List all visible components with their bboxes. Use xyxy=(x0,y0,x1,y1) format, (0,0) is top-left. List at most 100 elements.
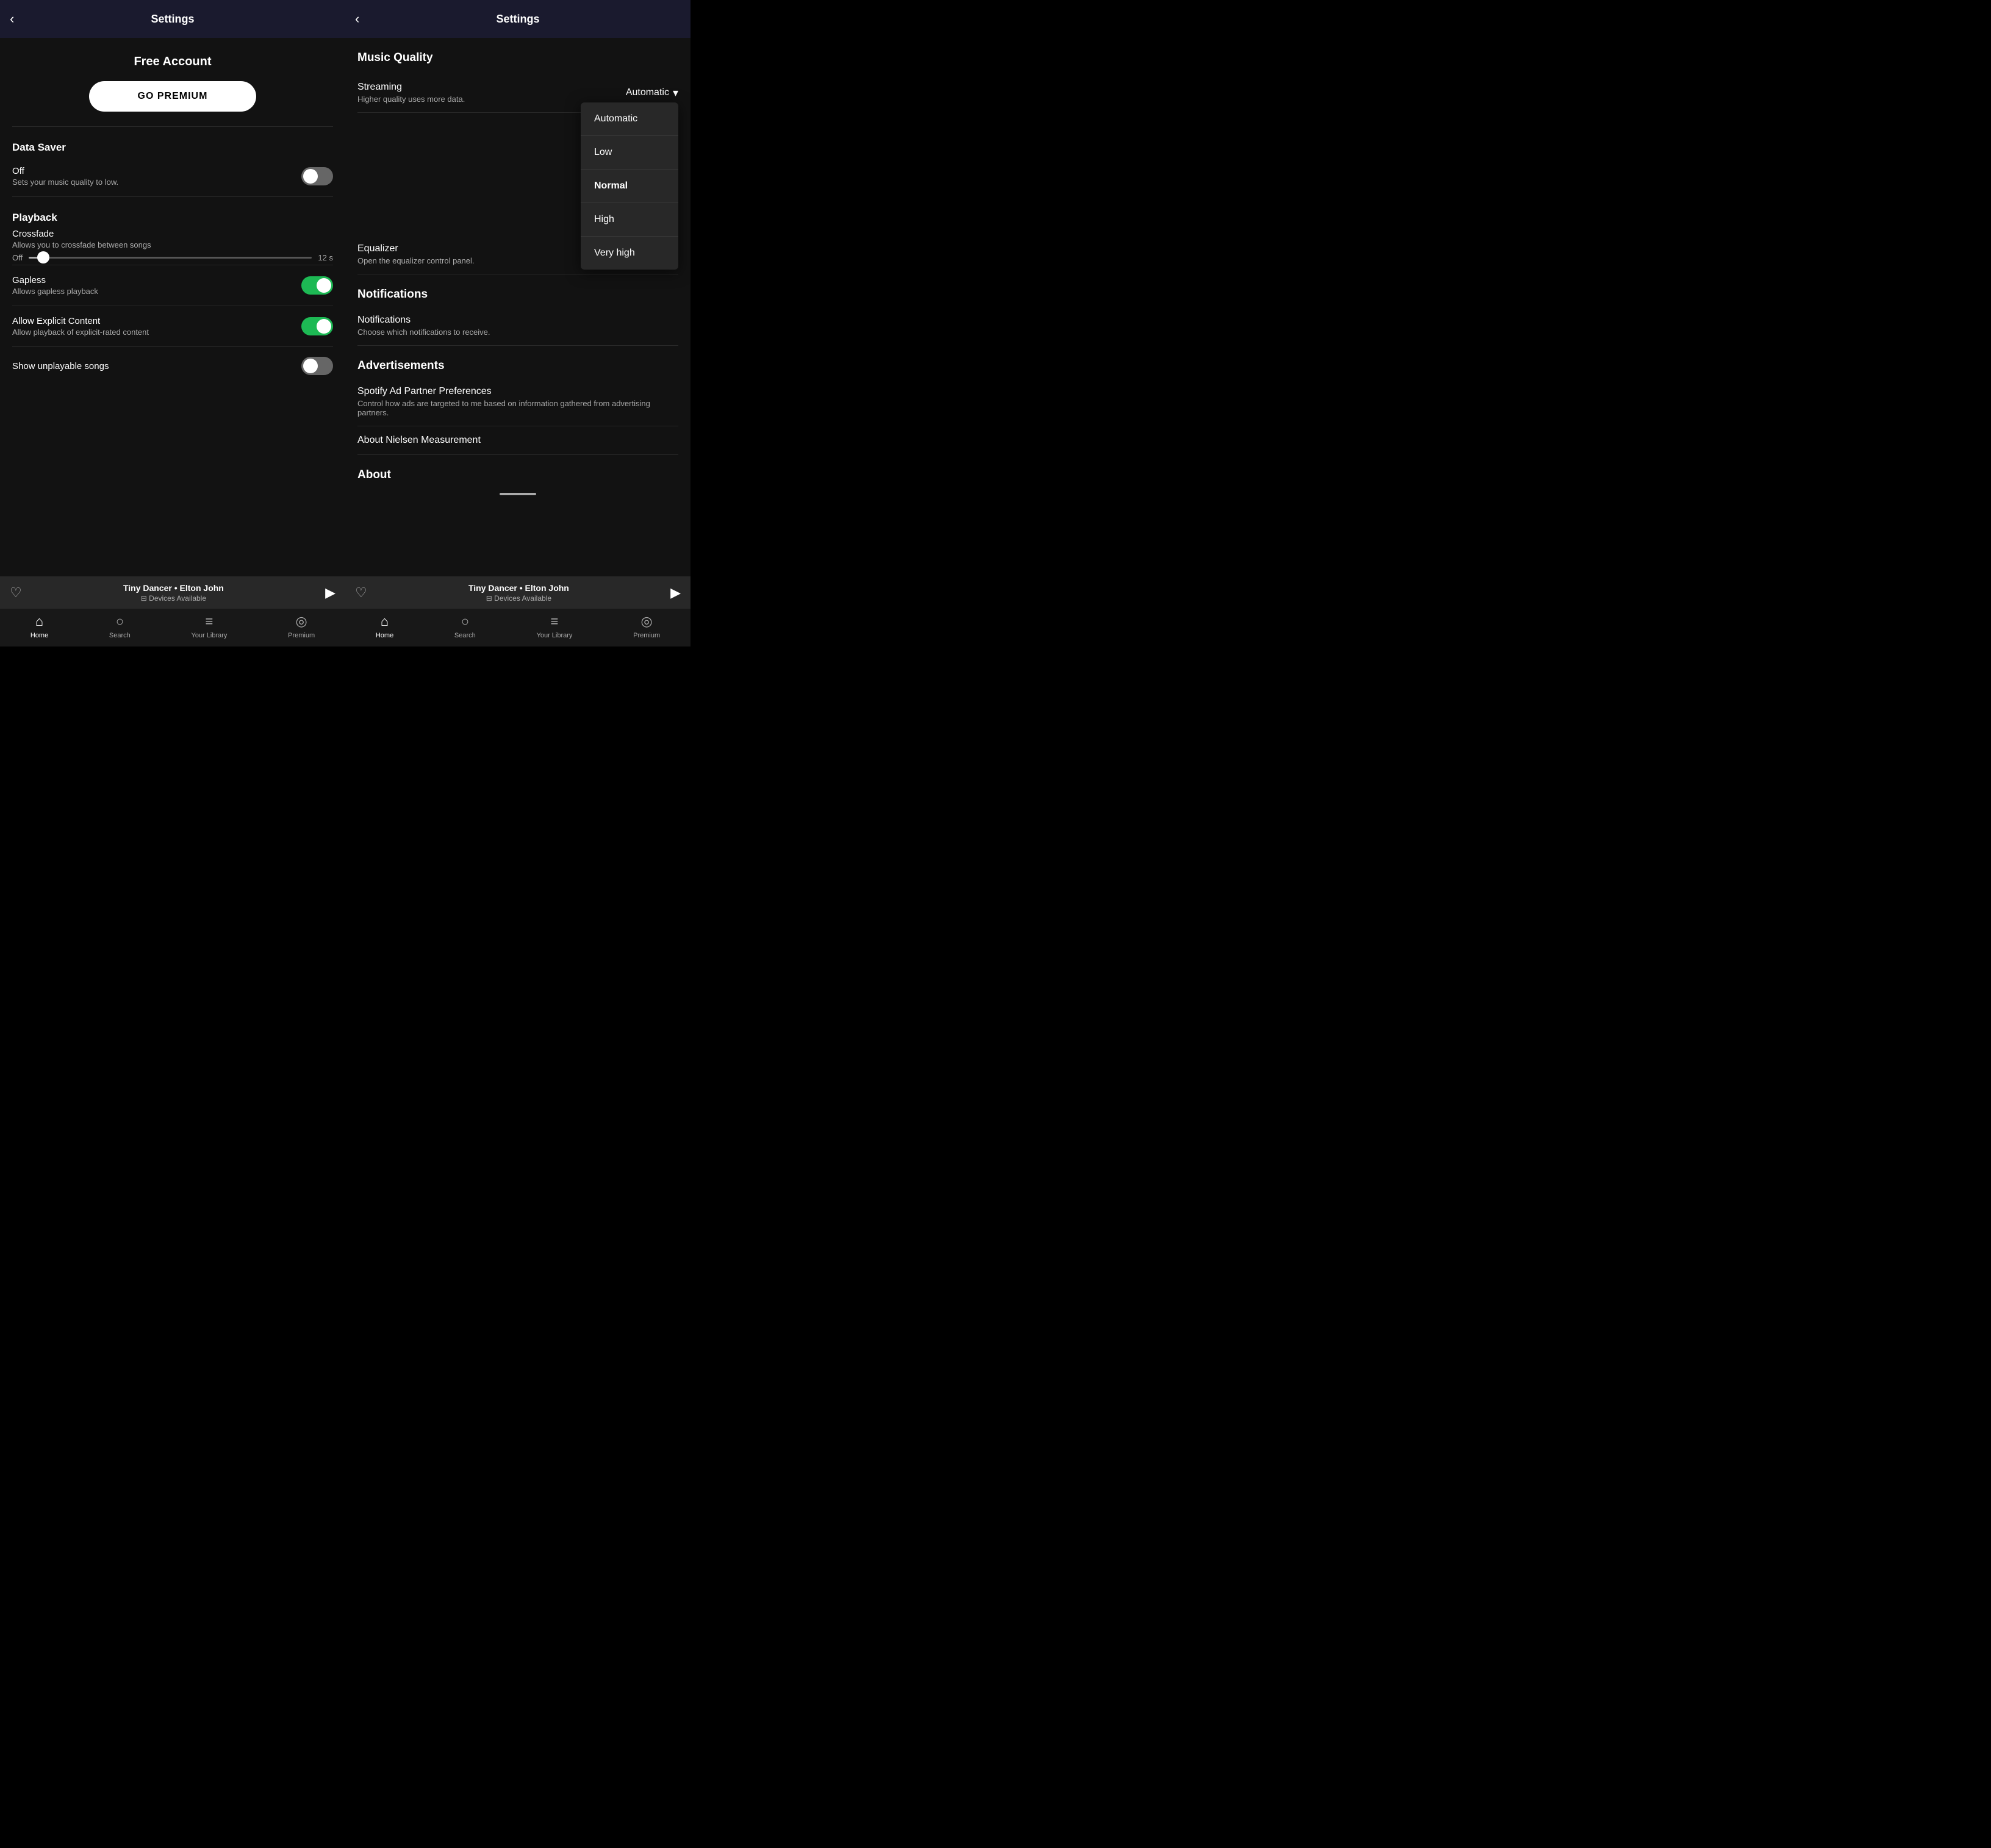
right-mini-player[interactable]: ♡ Tiny Dancer • Elton John ⊟ Devices Ava… xyxy=(345,577,691,609)
left-panel: ‹ Settings Free Account GO PREMIUM Data … xyxy=(0,0,345,646)
playback-section-header: Playback xyxy=(12,199,333,229)
left-content: Free Account GO PREMIUM Data Saver Off S… xyxy=(0,38,345,576)
right-nav-premium[interactable]: ◎ Premium xyxy=(633,614,660,639)
ad-partner-row[interactable]: Spotify Ad Partner Preferences Control h… xyxy=(357,378,678,426)
right-nav-search[interactable]: ○ Search xyxy=(454,614,476,639)
left-search-icon: ○ xyxy=(116,614,124,629)
free-account-title: Free Account xyxy=(134,55,211,69)
right-header: ‹ Settings xyxy=(345,0,691,38)
divider-2 xyxy=(12,196,333,197)
crossfade-slider-wrapper: Off 12 s xyxy=(12,253,333,262)
right-premium-icon: ◎ xyxy=(641,614,653,629)
left-home-label: Home xyxy=(30,632,48,639)
gapless-toggle-knob xyxy=(317,278,331,293)
left-home-icon: ⌂ xyxy=(35,614,43,629)
left-library-icon: ≡ xyxy=(206,614,213,629)
unplayable-label: Show unplayable songs xyxy=(12,361,301,371)
scroll-indicator xyxy=(500,493,536,495)
data-saver-toggle[interactable] xyxy=(301,167,333,185)
ad-partner-desc: Control how ads are targeted to me based… xyxy=(357,399,678,417)
unplayable-toggle[interactable] xyxy=(301,357,333,375)
left-play-icon[interactable]: ▶ xyxy=(325,585,335,601)
explicit-desc: Allow playback of explicit-rated content xyxy=(12,328,301,337)
dropdown-item-low[interactable]: Low xyxy=(581,136,678,170)
dropdown-item-very-high[interactable]: Very high xyxy=(581,237,678,270)
crossfade-slider-thumb xyxy=(37,251,49,263)
left-heart-icon[interactable]: ♡ xyxy=(10,585,22,601)
right-heart-icon[interactable]: ♡ xyxy=(355,585,367,601)
right-library-label: Your Library xyxy=(537,632,573,639)
explicit-toggle-knob xyxy=(317,319,331,334)
left-mini-track: Tiny Dancer • Elton John xyxy=(28,583,319,593)
right-search-label: Search xyxy=(454,632,476,639)
right-nav-library[interactable]: ≡ Your Library xyxy=(537,614,573,639)
divider-1 xyxy=(12,126,333,127)
left-nav-home[interactable]: ⌂ Home xyxy=(30,614,48,639)
left-library-label: Your Library xyxy=(192,632,228,639)
right-nav-bar: ⌂ Home ○ Search ≡ Your Library ◎ Premium xyxy=(345,609,691,646)
data-saver-label: Off xyxy=(12,166,301,176)
streaming-value: Automatic xyxy=(626,87,669,98)
streaming-row: Streaming Higher quality uses more data.… xyxy=(357,73,678,113)
left-device-icon: ⊟ xyxy=(141,594,149,603)
dropdown-item-automatic[interactable]: Automatic xyxy=(581,102,678,136)
quality-dropdown: Automatic Low Normal High Very high xyxy=(581,102,678,270)
explicit-label: Allow Explicit Content xyxy=(12,316,301,326)
left-header-title: Settings xyxy=(151,13,194,26)
about-header: About xyxy=(357,455,678,487)
notifications-header: Notifications xyxy=(357,274,678,306)
unplayable-row: Show unplayable songs xyxy=(12,349,333,382)
left-premium-label: Premium xyxy=(288,632,315,639)
go-premium-button[interactable]: GO PREMIUM xyxy=(89,81,257,112)
crossfade-label: Crossfade xyxy=(12,229,333,239)
left-nav-premium[interactable]: ◎ Premium xyxy=(288,614,315,639)
left-mini-player[interactable]: ♡ Tiny Dancer • Elton John ⊟ Devices Ava… xyxy=(0,577,345,609)
right-home-label: Home xyxy=(376,632,393,639)
explicit-toggle[interactable] xyxy=(301,317,333,335)
left-nav-search[interactable]: ○ Search xyxy=(109,614,131,639)
right-search-icon: ○ xyxy=(461,614,469,629)
data-saver-toggle-knob xyxy=(303,169,318,184)
gapless-label: Gapless xyxy=(12,275,301,285)
dropdown-item-normal[interactable]: Normal xyxy=(581,170,678,203)
nielsen-row[interactable]: About Nielsen Measurement xyxy=(357,426,678,455)
right-premium-label: Premium xyxy=(633,632,660,639)
right-play-icon[interactable]: ▶ xyxy=(670,585,681,601)
crossfade-slider-track[interactable] xyxy=(29,257,312,259)
right-panel: ‹ Settings Music Quality Streaming Highe… xyxy=(345,0,691,646)
data-saver-section-header: Data Saver xyxy=(12,129,333,159)
music-quality-header: Music Quality xyxy=(357,38,678,73)
crossfade-section: Crossfade Allows you to crossfade betwee… xyxy=(12,229,333,262)
right-bottom-bar: ♡ Tiny Dancer • Elton John ⊟ Devices Ava… xyxy=(345,576,691,646)
right-device-icon: ⊟ xyxy=(486,594,494,603)
streaming-label: Streaming xyxy=(357,82,465,93)
streaming-value-btn[interactable]: Automatic ▾ xyxy=(626,87,678,99)
left-nav-library[interactable]: ≡ Your Library xyxy=(192,614,228,639)
free-account-section: Free Account GO PREMIUM xyxy=(12,38,333,124)
unplayable-toggle-knob xyxy=(303,359,318,373)
left-back-button[interactable]: ‹ xyxy=(10,12,14,26)
chevron-down-icon: ▾ xyxy=(673,87,678,99)
left-mini-device: ⊟ Devices Available xyxy=(28,594,319,603)
streaming-row-flex: Streaming Higher quality uses more data.… xyxy=(357,82,678,104)
right-home-icon: ⌂ xyxy=(381,614,389,629)
notifications-desc: Choose which notifications to receive. xyxy=(357,328,678,337)
left-nav-bar: ⌂ Home ○ Search ≡ Your Library ◎ Premium xyxy=(0,609,345,646)
crossfade-desc: Allows you to crossfade between songs xyxy=(12,240,333,249)
gapless-row: Gapless Allows gapless playback xyxy=(12,268,333,303)
right-mini-info: Tiny Dancer • Elton John ⊟ Devices Avail… xyxy=(373,583,664,603)
divider-5 xyxy=(12,346,333,347)
right-header-title: Settings xyxy=(496,13,539,26)
right-back-button[interactable]: ‹ xyxy=(355,12,359,26)
dropdown-item-high[interactable]: High xyxy=(581,203,678,237)
ad-partner-label: Spotify Ad Partner Preferences xyxy=(357,386,678,397)
right-library-icon: ≡ xyxy=(551,614,559,629)
data-saver-desc: Sets your music quality to low. xyxy=(12,177,301,187)
gapless-desc: Allows gapless playback xyxy=(12,287,301,296)
gapless-toggle[interactable] xyxy=(301,276,333,295)
streaming-desc: Higher quality uses more data. xyxy=(357,95,465,104)
nielsen-label: About Nielsen Measurement xyxy=(357,435,678,446)
advertisements-header: Advertisements xyxy=(357,346,678,378)
right-nav-home[interactable]: ⌂ Home xyxy=(376,614,393,639)
notifications-row[interactable]: Notifications Choose which notifications… xyxy=(357,306,678,346)
